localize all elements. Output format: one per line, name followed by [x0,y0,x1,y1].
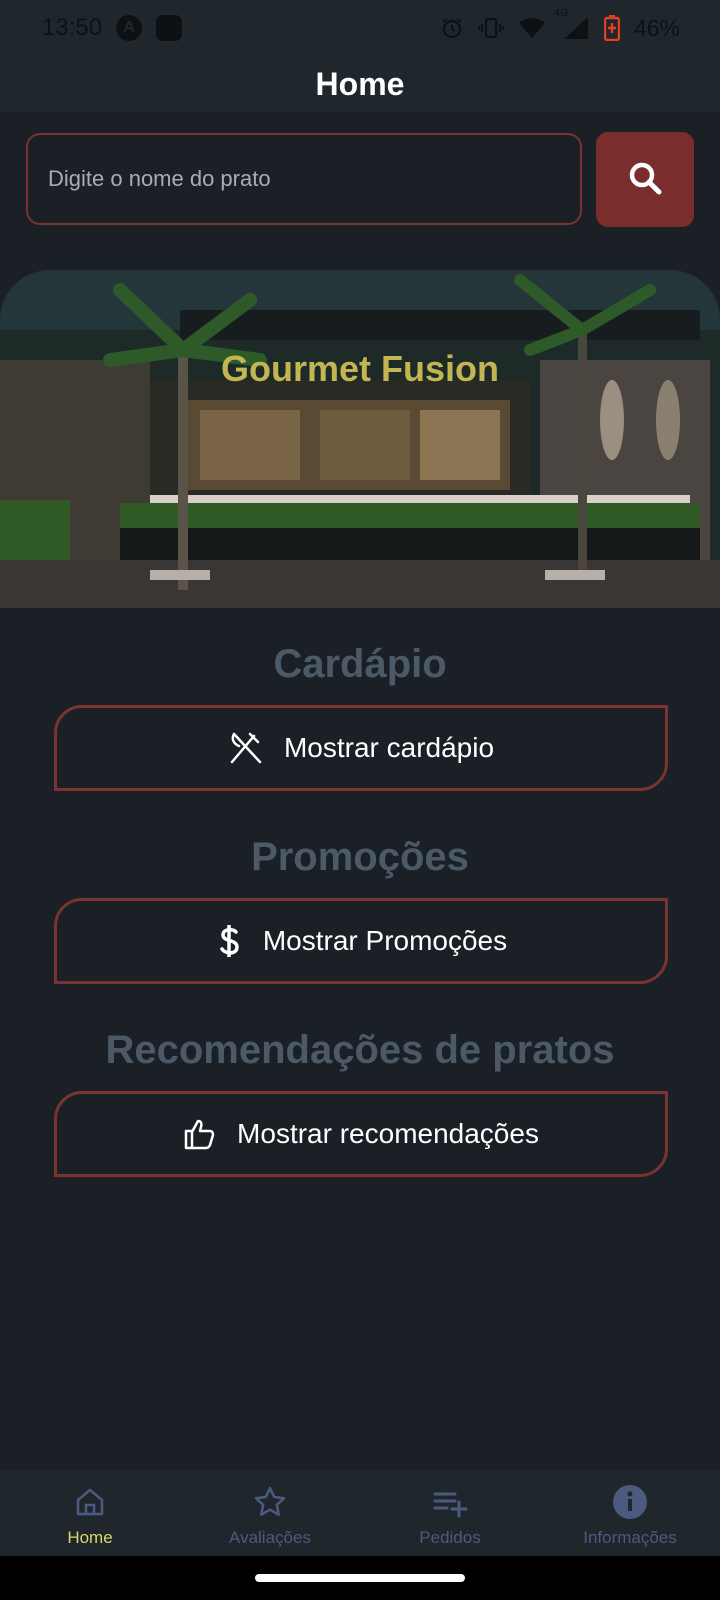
show-menu-button[interactable]: Mostrar cardápio [54,705,668,791]
info-icon [612,1484,648,1520]
show-menu-label: Mostrar cardápio [283,732,495,763]
nav-label-home: Home [67,1528,113,1547]
star-icon [253,1484,287,1520]
status-left: 13:50 A [42,14,183,42]
alarm-icon [440,16,464,40]
restaurant-facade-illustration [0,270,720,608]
app-header: Home [0,56,720,112]
page-title: Home [315,65,405,102]
app-notification-icon [156,15,183,41]
home-gesture-pill[interactable] [255,1574,465,1582]
nav-item-home[interactable]: Home [0,1470,180,1556]
show-recommendations-button[interactable]: Mostrar recomendações [54,1091,668,1177]
search-button[interactable] [596,132,694,227]
fork-knife-icon [228,730,264,766]
section-title-recommendations: Recomendações de pratos [105,1028,615,1072]
search-input[interactable] [26,133,582,225]
battery-percentage: 46% [633,14,680,41]
nav-label-orders: Pedidos [419,1528,481,1547]
dollar-icon [215,923,243,959]
android-studio-icon: A [116,15,143,41]
search-icon [627,160,663,199]
list-add-icon [432,1484,468,1520]
section-title-menu: Cardápio [273,642,447,686]
bottom-nav: Home Avaliações Pedidos Informações [0,1470,720,1556]
section-title-promotions: Promoções [251,835,469,879]
nav-item-orders[interactable]: Pedidos [360,1470,540,1556]
battery-icon [603,15,620,41]
nav-label-info: Informações [583,1528,677,1547]
home-icon [74,1484,106,1520]
system-navigation-bar [0,1556,720,1600]
network-type-label: 4G [553,7,569,19]
show-promotions-label: Mostrar Promoções [262,925,508,956]
show-promotions-button[interactable]: Mostrar Promoções [54,898,668,984]
wifi-icon [518,16,546,40]
restaurant-name: Gourmet Fusion [221,348,499,389]
thumbs-up-icon [183,1117,217,1151]
restaurant-hero-image: Gourmet Fusion [0,270,720,608]
show-recommendations-label: Mostrar recomendações [237,1118,539,1149]
status-right: 4G 46% [440,7,680,42]
nav-label-reviews: Avaliações [229,1528,311,1547]
nav-item-info[interactable]: Informações [540,1470,720,1556]
status-bar: 13:50 A 4G 46% [0,0,720,56]
vibrate-icon [477,16,504,40]
cell-signal-icon: 4G [554,7,590,41]
nav-item-reviews[interactable]: Avaliações [180,1470,360,1556]
status-time: 13:50 [42,14,103,41]
